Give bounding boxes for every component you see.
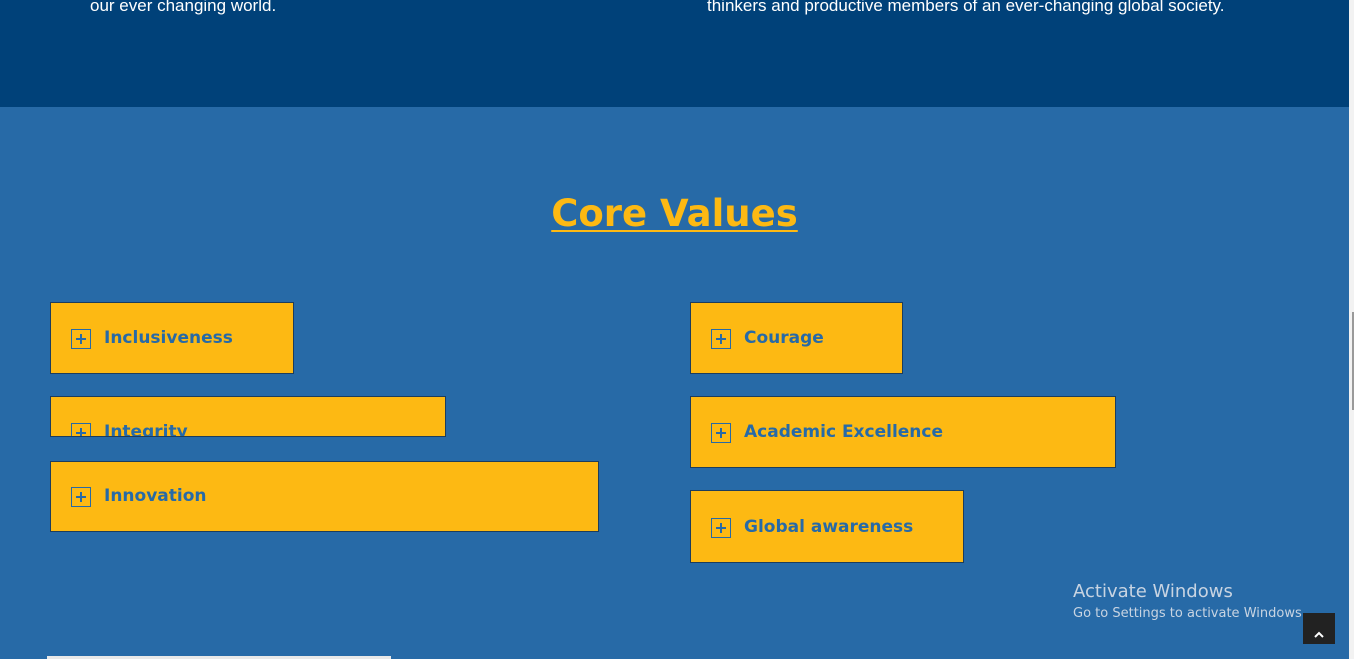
accordion-label-courage: Courage [744,328,824,348]
plus-square-icon [711,518,731,538]
accordion-label-integrity: Integrity [104,422,188,437]
mission-text: our ever changing world. [90,0,277,15]
chevron-up-icon [1314,631,1324,638]
accordion-label-innovation: Innovation [104,486,207,506]
accordion-item-integrity[interactable]: Integrity [50,396,446,437]
accordion-item-inclusiveness[interactable]: Inclusiveness [50,302,294,374]
plus-square-icon [71,487,91,507]
core-values-title: Core Values [551,192,798,235]
plus-square-icon [71,423,91,436]
plus-square-icon [711,423,731,443]
vision-text: thinkers and productive members of an ev… [707,0,1225,15]
accordion-label-inclusiveness: Inclusiveness [104,328,233,348]
accordion-item-innovation[interactable]: Innovation [50,461,599,532]
accordion-label-global-awareness: Global awareness [744,517,914,537]
activate-windows-title: Activate Windows [1073,581,1233,602]
plus-square-icon [71,329,91,349]
accordion-label-academic-excellence: Academic Excellence [744,422,944,442]
mission-vision-band: our ever changing world. thinkers and pr… [0,0,1349,107]
page-scrollbar[interactable] [1349,0,1354,659]
activate-windows-subtitle: Go to Settings to activate Windows. [1073,606,1306,621]
plus-square-icon [711,329,731,349]
accordion-item-academic-excellence[interactable]: Academic Excellence [690,396,1116,468]
core-values-heading: Core Values [0,192,1349,235]
accordion-item-courage[interactable]: Courage [690,302,903,374]
back-to-top-button[interactable] [1303,613,1335,644]
accordion-item-global-awareness[interactable]: Global awareness [690,490,964,563]
